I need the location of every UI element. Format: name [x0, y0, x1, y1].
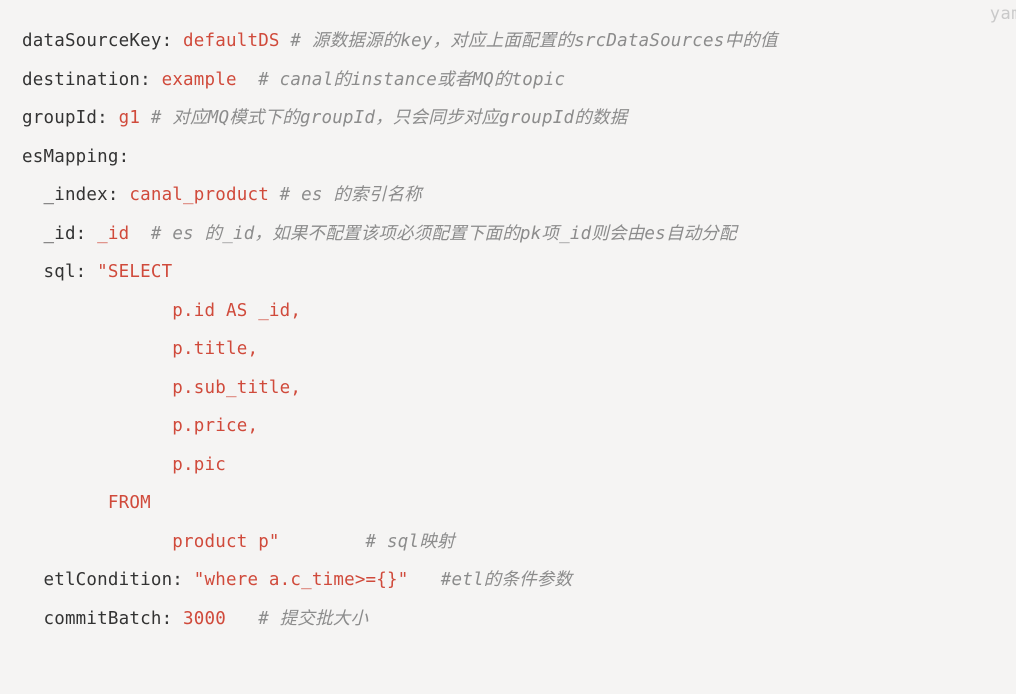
- cmt-id: # es 的_id，如果不配置该项必须配置下面的pk项_id则会由es自动分配: [129, 224, 736, 244]
- key-commitBatch: commitBatch:: [22, 609, 172, 629]
- key-sql: sql:: [22, 262, 86, 282]
- val-sql-product: product p": [22, 532, 280, 552]
- key-id: _id:: [22, 224, 86, 244]
- language-tag: yam: [990, 4, 1016, 24]
- key-etlCondition: etlCondition:: [22, 570, 183, 590]
- val-sql-id: p.id AS _id,: [22, 301, 301, 321]
- cmt-destination: # canal的instance或者MQ的topic: [237, 70, 565, 90]
- val-commitBatch: 3000: [172, 609, 226, 629]
- val-sql-from: FROM: [22, 493, 151, 513]
- yaml-code-block: dataSourceKey: defaultDS # 源数据源的key，对应上面…: [0, 0, 1016, 660]
- cmt-commitBatch: # 提交批大小: [226, 609, 368, 629]
- key-destination: destination:: [22, 70, 151, 90]
- val-sql-pic: p.pic: [22, 455, 226, 475]
- cmt-groupId: # 对应MQ模式下的groupId，只会同步对应groupId的数据: [140, 108, 627, 128]
- val-destination: example: [151, 70, 237, 90]
- key-groupId: groupId:: [22, 108, 108, 128]
- key-dataSourceKey: dataSourceKey:: [22, 31, 172, 51]
- val-id: _id: [86, 224, 129, 244]
- cmt-sql: # sql映射: [280, 532, 455, 552]
- cmt-etlCondition: #etl的条件参数: [409, 570, 573, 590]
- val-sql-price: p.price,: [22, 416, 258, 436]
- val-etlCondition: "where a.c_time>={}": [183, 570, 408, 590]
- cmt-dataSourceKey: # 源数据源的key，对应上面配置的srcDataSources中的值: [280, 31, 778, 51]
- val-groupId: g1: [108, 108, 140, 128]
- val-sql-title: p.title,: [22, 339, 258, 359]
- val-sql-subtitle: p.sub_title,: [22, 378, 301, 398]
- val-sql-select: "SELECT: [86, 262, 172, 282]
- cmt-index: # es 的索引名称: [269, 185, 422, 205]
- key-index: _index:: [22, 185, 119, 205]
- val-index: canal_product: [119, 185, 269, 205]
- val-dataSourceKey: defaultDS: [172, 31, 279, 51]
- key-esMapping: esMapping:: [22, 147, 129, 167]
